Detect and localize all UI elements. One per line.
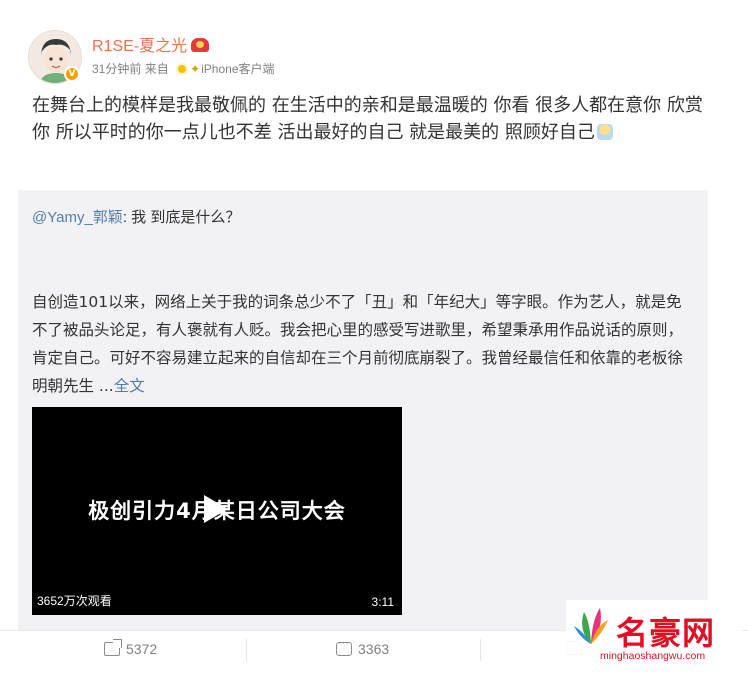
post-source[interactable]: iPhone客户端 — [201, 62, 274, 76]
reposted-card: @Yamy_郭颖: 我 到底是什么？ 自创造101以来，网络上关于我的词条总少不… — [18, 190, 708, 630]
watermark: 名豪网 minghaoshangwu.com — [566, 600, 742, 668]
play-icon[interactable] — [204, 495, 228, 523]
share-icon — [104, 639, 122, 656]
sun-badge-icon — [176, 63, 189, 75]
video-player[interactable]: 极创引力4月某日公司大会 3652万次观看 3:11 — [32, 407, 402, 615]
comment-button[interactable]: 3363 — [336, 637, 390, 657]
bird-badge-icon: ✦ — [190, 62, 201, 76]
weibo-post: V R1SE-夏之光 31分钟前 来自 ✦iPhone客户端 在舞台上的模样是我… — [0, 0, 748, 674]
verified-badge-icon: V — [64, 66, 80, 82]
divider — [246, 639, 247, 661]
leaf-logo-icon — [574, 608, 608, 644]
watermark-url: minghaoshangwu.com — [600, 650, 706, 662]
vip-badge-icon[interactable] — [191, 38, 210, 52]
source-prefix: 来自 — [144, 62, 169, 76]
comment-count: 3363 — [358, 641, 390, 657]
full-text-link[interactable]: 全文 — [114, 377, 145, 395]
repost-body: 自创造101以来，网络上关于我的词条总少不了「丑」和「年纪大」等字眼。作为艺人，… — [32, 288, 692, 400]
share-count: 5372 — [126, 641, 158, 657]
video-duration: 3:11 — [371, 595, 394, 609]
author-name[interactable]: R1SE-夏之光 — [92, 38, 187, 55]
post-meta: 31分钟前 来自 ✦iPhone客户端 — [92, 60, 275, 77]
repost-author-mention[interactable]: @Yamy_郭颖 — [32, 209, 123, 226]
video-views: 3652万次观看 — [37, 594, 112, 608]
watermark-brand: 名豪网 — [616, 614, 716, 652]
repost-title-text: : 我 到底是什么？ — [122, 209, 241, 226]
comment-icon — [336, 637, 352, 656]
share-button[interactable]: 5372 — [104, 639, 158, 657]
post-time[interactable]: 31分钟前 — [92, 62, 141, 76]
divider — [480, 639, 481, 661]
repost-title: @Yamy_郭颖: 我 到底是什么？ — [32, 206, 240, 227]
post-text: 在舞台上的模样是我最敬佩的 在生活中的亲和是最温暖的 你看 很多人都在意你 欣赏… — [32, 92, 712, 146]
emoji-icon — [596, 124, 613, 140]
